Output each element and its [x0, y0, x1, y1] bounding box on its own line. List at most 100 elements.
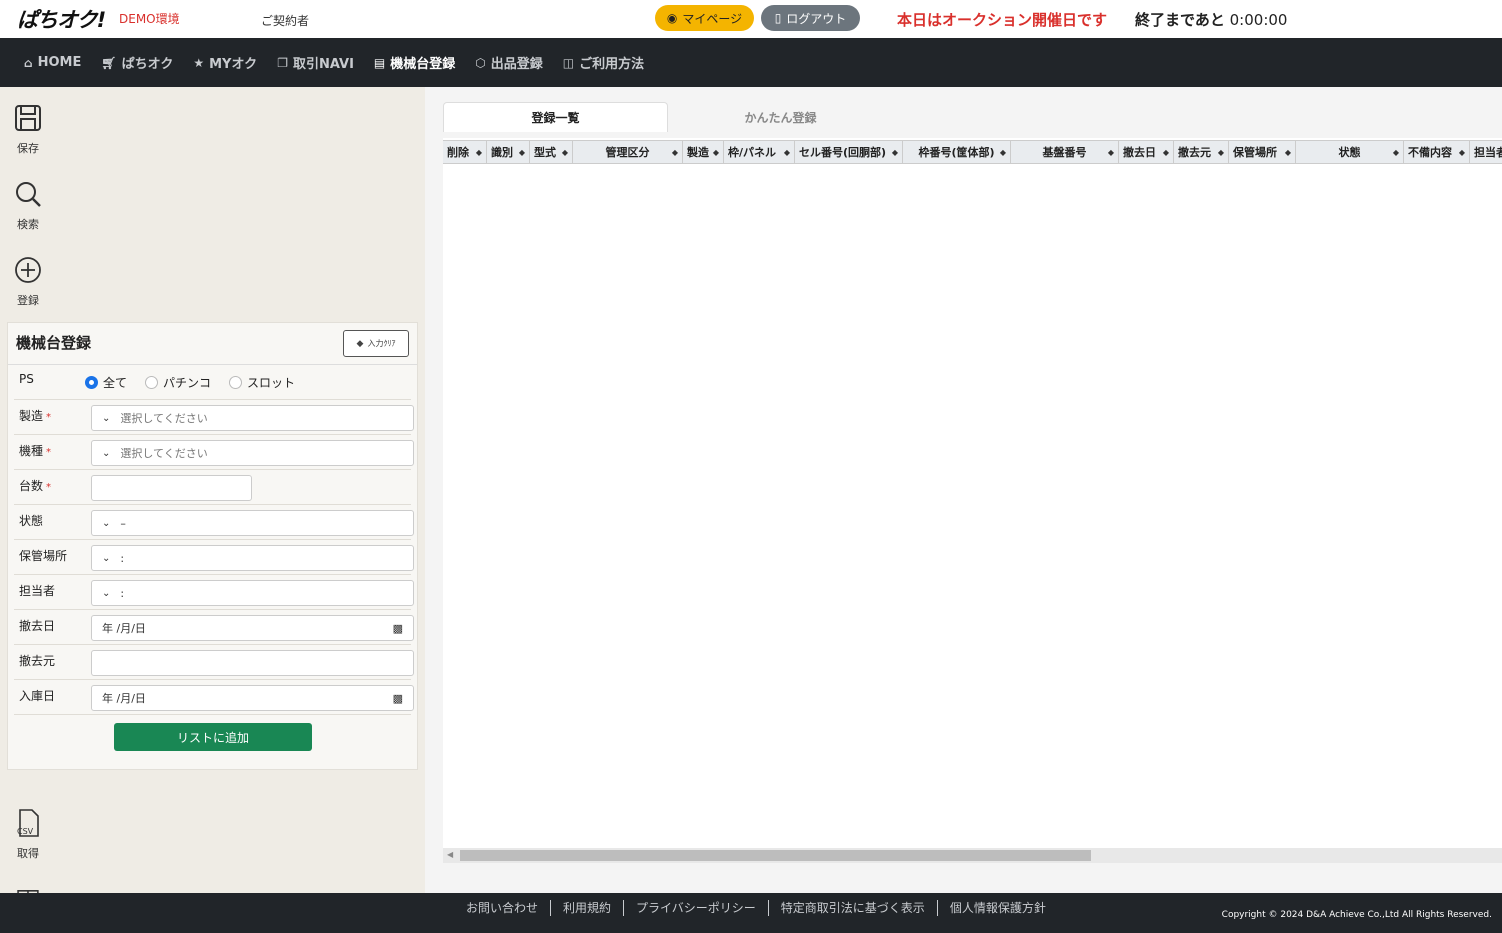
- add-to-list-button[interactable]: リストに追加: [114, 723, 312, 751]
- csv-get-label: 取得: [17, 847, 39, 860]
- book-tool[interactable]: ◫: [0, 884, 56, 894]
- scroll-left-icon[interactable]: ◀: [447, 850, 453, 859]
- mypage-label: マイページ: [682, 11, 743, 26]
- model-label: 機種 *: [19, 442, 51, 459]
- tab-easy-register[interactable]: かんたん登録: [668, 102, 893, 132]
- model-select[interactable]: ⌄ 選択してください: [91, 440, 414, 466]
- col-header[interactable]: 不備内容 ◆: [1404, 141, 1470, 163]
- ps-radio-all[interactable]: 全て: [85, 374, 127, 391]
- radio-label: スロット: [247, 376, 296, 390]
- removal-source-label: 撤去元: [19, 654, 56, 668]
- horizontal-scrollbar[interactable]: ◀: [443, 848, 1502, 863]
- nav-item-torihiki-navi[interactable]: ❐ 取引NAVI: [277, 53, 354, 73]
- col-header[interactable]: 製造 ◆: [683, 141, 724, 163]
- tab-registered-list[interactable]: 登録一覧: [443, 102, 668, 132]
- status-select[interactable]: ⌄ –: [91, 510, 414, 536]
- nav-item-home[interactable]: ⌂ HOME: [24, 55, 81, 70]
- ps-row: PS 全て パチンコ スロット: [14, 365, 411, 400]
- save-tool[interactable]: 保存: [0, 103, 56, 156]
- ps-radio-slot[interactable]: スロット: [229, 374, 295, 391]
- calendar-icon[interactable]: ▩: [393, 692, 403, 705]
- col-header[interactable]: 型式 ◆: [530, 141, 573, 163]
- mypage-button[interactable]: ◉ マイページ: [655, 5, 754, 31]
- removal-date-row: 撤去日 年 /月/日 ▩: [14, 610, 414, 645]
- footer-link-contact[interactable]: お問い合わせ: [454, 900, 552, 916]
- col-header[interactable]: 枠番号(筐体部) ◆: [903, 141, 1011, 163]
- count-input[interactable]: [91, 475, 252, 501]
- sort-icon: ◆: [1162, 147, 1169, 157]
- copy-icon: ❐: [277, 55, 288, 70]
- sort-icon: ◆: [891, 147, 898, 157]
- nav-item-machine-register[interactable]: ▤ 機械台登録: [374, 53, 456, 73]
- col-header[interactable]: 撤去日 ◆: [1119, 141, 1174, 163]
- nav-label: 機械台登録: [390, 57, 456, 72]
- col-header[interactable]: 保管場所 ◆: [1229, 141, 1296, 163]
- chevron-down-icon: ⌄: [102, 412, 111, 424]
- radio-label: 全て: [103, 376, 128, 390]
- cart-icon: 🛒︎: [101, 55, 117, 70]
- footer-link-privacy[interactable]: プライバシーポリシー: [624, 900, 769, 916]
- col-header[interactable]: 削除 ◆: [443, 141, 487, 163]
- nav-label: ご利用方法: [579, 57, 645, 72]
- nav-item-how-to-use[interactable]: ◫ ご利用方法: [563, 53, 645, 73]
- clear-label: 入力ｸﾘｱ: [367, 339, 396, 348]
- col-header[interactable]: 基盤番号 ◆: [1011, 141, 1119, 163]
- nav-item-listing-register[interactable]: ⬡ 出品登録: [475, 53, 543, 73]
- top-header: ぱちオク! DEMO環境 ご契約者 ◉ マイページ ▯ ログアウト 本日はオーク…: [0, 0, 1502, 38]
- col-header[interactable]: 状態 ◆: [1296, 141, 1404, 163]
- storage-row: 保管場所 ⌄:: [14, 540, 414, 575]
- stock-date-label: 入庫日: [19, 689, 56, 703]
- clear-input-button[interactable]: ◆ 入力ｸﾘｱ: [343, 330, 409, 357]
- nav-item-pachioku[interactable]: 🛒︎ ぱちオク: [101, 53, 173, 73]
- maker-select[interactable]: ⌄ 選択してください: [91, 405, 414, 431]
- count-label-text: 台数: [19, 479, 44, 493]
- col-label: 撤去元: [1178, 146, 1211, 159]
- sort-icon: ◆: [1284, 147, 1291, 157]
- person-value: :: [120, 586, 125, 600]
- col-label: 削除: [447, 146, 469, 159]
- home-icon: ⌂: [24, 55, 33, 70]
- model-label-text: 機種: [19, 444, 44, 458]
- nav-label: 取引NAVI: [292, 57, 354, 72]
- status-label: 状態: [19, 514, 44, 528]
- footer-link-commerce-law[interactable]: 特定商取引法に基づく表示: [769, 900, 938, 916]
- save-icon: [15, 105, 41, 131]
- register-tool[interactable]: 登録: [0, 255, 56, 308]
- nav-label: HOME: [37, 55, 82, 70]
- sort-icon: ◆: [1392, 147, 1399, 157]
- person-select[interactable]: ⌄:: [91, 580, 414, 606]
- nav-item-myoku[interactable]: ★ MYオク: [193, 53, 257, 73]
- search-icon: [16, 182, 41, 207]
- chevron-down-icon: ⌄: [102, 517, 111, 529]
- env-label: DEMO環境: [119, 12, 180, 26]
- col-header[interactable]: 枠/パネル ◆: [724, 141, 795, 163]
- col-label: 枠番号(筐体部): [918, 146, 995, 159]
- maker-label: 製造 *: [19, 407, 51, 424]
- ps-radio-pachinko[interactable]: パチンコ: [145, 374, 211, 391]
- col-header[interactable]: 識別 ◆: [487, 141, 530, 163]
- stock-date-input[interactable]: 年 /月/日 ▩: [91, 685, 414, 711]
- site-logo[interactable]: ぱちオク!: [17, 4, 106, 34]
- scrollbar-thumb[interactable]: [460, 850, 1091, 861]
- col-label: 製造: [687, 146, 709, 159]
- search-tool[interactable]: 検索: [0, 179, 56, 232]
- maker-row: 製造 * ⌄ 選択してください: [14, 400, 414, 435]
- csv-get-tool[interactable]: CSV 取得: [0, 808, 56, 861]
- col-header[interactable]: 担当者◆: [1470, 141, 1502, 163]
- storage-value: :: [120, 551, 125, 565]
- col-header[interactable]: 撤去元 ◆: [1174, 141, 1229, 163]
- ps-label: PS: [19, 372, 34, 386]
- removal-date-input[interactable]: 年 /月/日 ▩: [91, 615, 414, 641]
- col-header[interactable]: セル番号(回胴部) ◆: [795, 141, 903, 163]
- footer-link-terms[interactable]: 利用規約: [551, 900, 625, 916]
- status-row: 状態 ⌄ –: [14, 505, 414, 540]
- removal-source-input[interactable]: [91, 650, 414, 676]
- calendar-icon[interactable]: ▩: [393, 622, 403, 635]
- footer-link-personal-info[interactable]: 個人情報保護方針: [938, 900, 1058, 916]
- logout-button[interactable]: ▯ ログアウト: [761, 5, 860, 31]
- sort-icon: ◆: [712, 147, 719, 157]
- storage-select[interactable]: ⌄:: [91, 545, 414, 571]
- col-header[interactable]: 管理区分 ◆: [573, 141, 683, 163]
- door-icon: ▯: [774, 11, 782, 25]
- maker-label-text: 製造: [19, 409, 44, 423]
